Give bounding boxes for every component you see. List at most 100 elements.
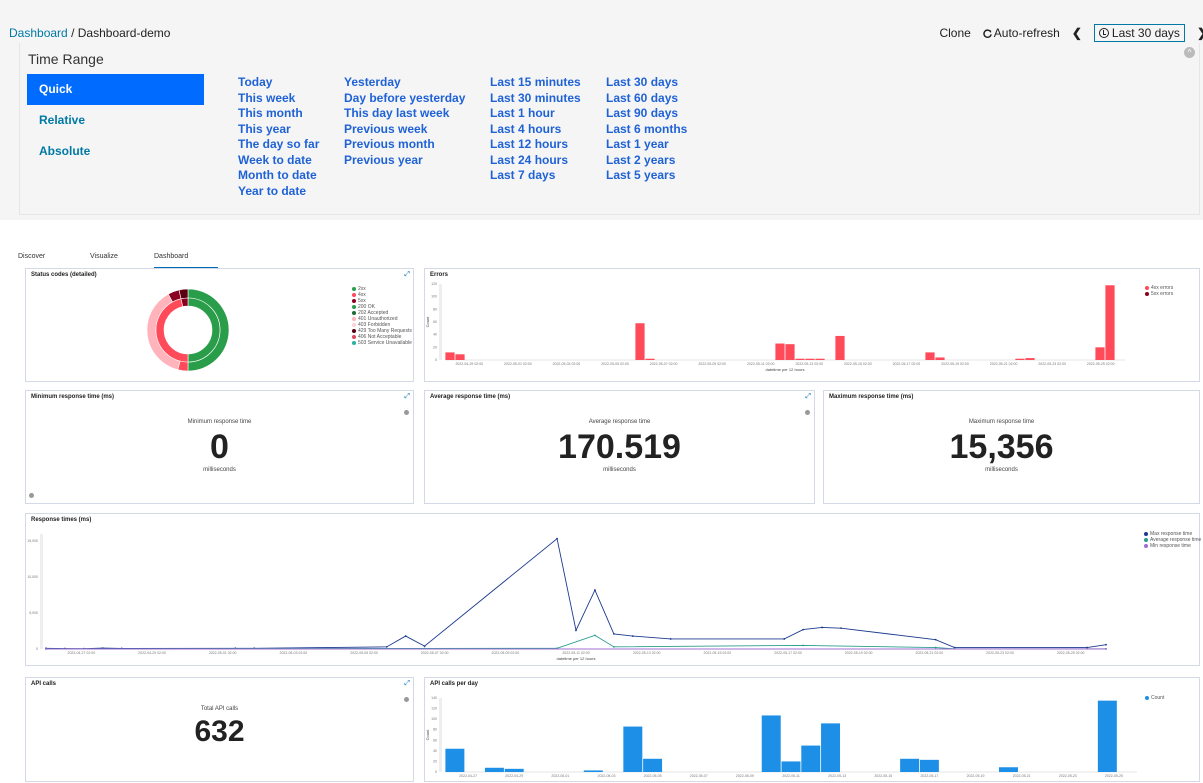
y-tick-label: 20	[433, 759, 437, 763]
x-tick-label: 2022-04-29 02:00	[455, 362, 483, 366]
legend-dot	[352, 341, 356, 345]
response-times-legend: Max response time Average response time Mi…	[1144, 531, 1201, 549]
tab-dashboard[interactable]: Dashboard	[154, 253, 218, 268]
gear-icon[interactable]	[404, 410, 409, 415]
quick-option[interactable]: Last 4 hours	[490, 122, 581, 138]
quick-option[interactable]: Last 12 hours	[490, 137, 581, 153]
x-tick-label: 2022-05-25	[1105, 774, 1123, 778]
bar	[635, 323, 645, 360]
quick-option[interactable]: Today	[238, 75, 319, 91]
quick-option[interactable]: Last 6 months	[606, 122, 687, 138]
quick-option[interactable]: Previous week	[344, 122, 465, 138]
quick-option[interactable]: This day last week	[344, 106, 465, 122]
quick-option[interactable]: Yesterday	[344, 75, 465, 91]
legend-item[interactable]: Min response time	[1144, 543, 1201, 549]
y-tick-label: 20	[433, 345, 437, 349]
mode-relative[interactable]: Relative	[27, 105, 204, 136]
data-point	[783, 638, 786, 640]
quick-option[interactable]: Last 24 hours	[490, 153, 581, 169]
time-range-button[interactable]: Last 30 days	[1093, 24, 1185, 42]
bar	[761, 715, 781, 772]
quick-option[interactable]: Last 60 days	[606, 91, 687, 107]
quick-option[interactable]: Last 7 days	[490, 168, 581, 184]
quick-option[interactable]: Day before yesterday	[344, 91, 465, 107]
bar	[801, 745, 821, 772]
legend-item[interactable]: 503 Service Unavailable	[352, 340, 412, 346]
gear-icon[interactable]	[404, 697, 409, 702]
quick-option[interactable]: Last 1 hour	[490, 106, 581, 122]
x-tick-label: 2022-05-23 02:00	[986, 651, 1014, 655]
bar	[1015, 358, 1025, 360]
gear-icon[interactable]	[29, 493, 34, 498]
y-tick-label: 100	[431, 717, 437, 721]
data-point	[669, 638, 672, 640]
tab-discover[interactable]: Discover	[18, 253, 90, 268]
quick-option[interactable]: This year	[238, 122, 319, 138]
mode-quick[interactable]: Quick	[27, 74, 204, 105]
legend-item[interactable]: 5xx errors	[1145, 291, 1173, 297]
x-tick-label: 2022-05-09 02:00	[698, 362, 726, 366]
time-picker-header: Dashboard / Dashboard-demo Clone Auto-re…	[0, 0, 1203, 220]
quick-option[interactable]: Previous year	[344, 153, 465, 169]
x-tick-label: 2022-05-19 02:00	[941, 362, 969, 366]
breadcrumb: Dashboard / Dashboard-demo	[9, 26, 170, 40]
data-point	[802, 628, 805, 631]
breadcrumb-dashboard-link[interactable]: Dashboard	[9, 26, 68, 40]
quick-option[interactable]: Last 15 minutes	[490, 75, 581, 91]
bar	[835, 335, 845, 360]
auto-refresh-button[interactable]: Auto-refresh	[983, 26, 1060, 40]
chevron-right-icon[interactable]: ❯	[1197, 26, 1203, 40]
x-tick-label: 2022-05-13 02:00	[633, 651, 661, 655]
bar	[815, 358, 825, 360]
quick-option[interactable]: Previous month	[344, 137, 465, 153]
bar	[781, 761, 801, 772]
clone-button[interactable]: Clone	[939, 26, 970, 40]
legend-dot	[1145, 286, 1149, 290]
mode-absolute[interactable]: Absolute	[27, 136, 204, 167]
quick-option[interactable]: This week	[238, 91, 319, 107]
expand-icon[interactable]: ⤢	[404, 271, 410, 279]
bar	[504, 768, 524, 772]
collapse-icon[interactable]: ^	[1184, 47, 1195, 58]
quick-option[interactable]: Year to date	[238, 184, 319, 200]
metric-value: 0	[210, 428, 229, 466]
legend-item[interactable]: Count	[1145, 695, 1164, 701]
bar	[455, 354, 465, 360]
quick-option[interactable]: Week to date	[238, 153, 319, 169]
bar	[1025, 358, 1035, 360]
gear-icon[interactable]	[805, 410, 810, 415]
expand-icon[interactable]: ⤢	[404, 680, 410, 688]
y-tick-label: 140	[431, 696, 437, 700]
data-point	[934, 638, 937, 641]
legend-label: Count	[1151, 695, 1165, 701]
tab-visualize[interactable]: Visualize	[90, 253, 154, 268]
chevron-left-icon[interactable]: ❮	[1072, 26, 1082, 40]
bar	[623, 726, 643, 772]
data-point	[802, 644, 805, 647]
bar	[1095, 347, 1105, 360]
avg-response-panel: Average response time (ms) ⤢ Average res…	[424, 390, 815, 504]
x-tick-label: 2022-05-01 02:00	[209, 651, 237, 655]
status-codes-donut	[146, 288, 230, 372]
expand-icon[interactable]: ⤢	[805, 393, 811, 401]
quick-option[interactable]: Last 5 years	[606, 168, 687, 184]
legend-dot	[352, 293, 356, 297]
x-tick-label: 2022-05-15 02:00	[844, 362, 872, 366]
expand-icon[interactable]: ⤢	[404, 393, 410, 401]
api-calls-per-day-chart: 0 20 40 60 80 100 120 140 Count 2022-04-27 2022-04…	[425, 696, 1137, 778]
quick-option[interactable]: This month	[238, 106, 319, 122]
y-tick-label: 40	[433, 749, 437, 753]
quick-option[interactable]: Last 30 minutes	[490, 91, 581, 107]
quick-option[interactable]: Last 30 days	[606, 75, 687, 91]
x-tick-label: 2022-05-05 02:00	[350, 651, 378, 655]
metric-value: 170.519	[558, 428, 681, 466]
x-tick-label: 2022-05-17	[920, 774, 938, 778]
quick-option[interactable]: Last 1 year	[606, 137, 687, 153]
bar	[999, 767, 1018, 772]
quick-option[interactable]: Last 90 days	[606, 106, 687, 122]
quick-option[interactable]: The day so far	[238, 137, 319, 153]
time-range-panel: Time Range ^ Quick Relative Absolute Tod…	[19, 43, 1200, 215]
quick-option[interactable]: Last 2 years	[606, 153, 687, 169]
data-point	[821, 626, 823, 629]
quick-option[interactable]: Month to date	[238, 168, 319, 184]
